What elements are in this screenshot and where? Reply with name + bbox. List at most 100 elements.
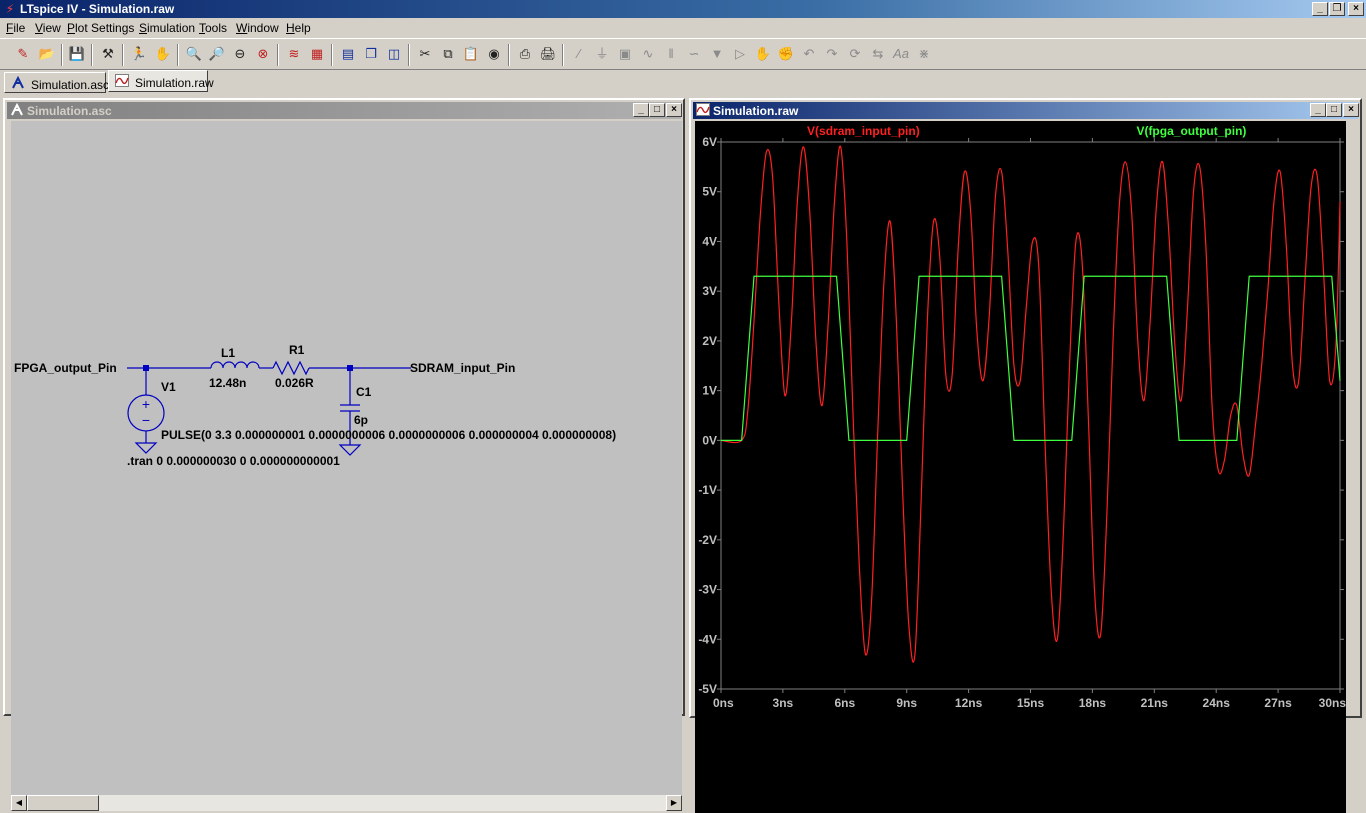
zoom-out-icon[interactable]: ⊖ (230, 44, 250, 64)
menu-view[interactable]: View (35, 21, 61, 35)
r1-value[interactable]: 0.026R (275, 376, 314, 390)
toolbar-separator (562, 44, 564, 66)
new-schematic-icon[interactable]: ✎ (13, 44, 33, 64)
minimize-icon[interactable]: _ (1310, 103, 1326, 117)
net-label-fpga[interactable]: FPGA_output_Pin (14, 361, 117, 375)
menu-help[interactable]: Help (286, 21, 311, 35)
legend-sdram-input-pin: V(sdram_input_pin) (807, 124, 920, 138)
paste-icon[interactable]: 📋 (461, 44, 481, 64)
toolbar-separator (331, 44, 333, 66)
y-tick-label: -5V (698, 682, 717, 696)
ground-icon[interactable]: ⏚ (592, 44, 612, 64)
inductor-l1 (210, 361, 260, 369)
print-preview-icon[interactable]: ⎙ (515, 44, 535, 64)
copy-icon[interactable]: ⧉ (438, 44, 458, 64)
zoom-in-icon[interactable]: 🔍 (184, 44, 204, 64)
find-binoculars-icon[interactable]: ◉ (484, 44, 504, 64)
app-title: LTspice IV - Simulation.raw (20, 2, 175, 16)
redo-icon[interactable]: ↷ (822, 44, 842, 64)
plot-settings-icon[interactable]: ▦ (307, 44, 327, 64)
x-tick-label: 21ns (1141, 696, 1169, 710)
control-panel-hammer-icon[interactable]: ⚒ (98, 44, 118, 64)
scroll-right-icon[interactable]: ▶ (666, 795, 682, 811)
y-tick-label: 3V (702, 284, 717, 298)
waveform-window-titlebar[interactable]: Simulation.raw _ □ × (693, 102, 1359, 119)
mirror-icon[interactable]: ⇆ (868, 44, 888, 64)
undo-icon[interactable]: ↶ (799, 44, 819, 64)
menu-plot-settings[interactable]: Plot Settings (67, 21, 134, 35)
x-tick-label: 24ns (1203, 696, 1231, 710)
close-icon[interactable]: × (1343, 103, 1359, 117)
cascade-icon[interactable]: ❐ (361, 44, 381, 64)
resistor-r1 (272, 360, 310, 376)
open-folder-icon[interactable]: 📂 (37, 44, 57, 64)
resistor-icon[interactable]: ∿ (638, 44, 658, 64)
scroll-left-icon[interactable]: ◀ (11, 795, 27, 811)
text-icon[interactable]: Aa (891, 44, 911, 64)
menu-window[interactable]: Window (236, 21, 279, 35)
inductor-icon[interactable]: ∽ (684, 44, 704, 64)
horizontal-scrollbar[interactable]: ◀ ▶ (11, 795, 682, 811)
tab-simulation-asc[interactable]: Simulation.asc (4, 72, 109, 93)
y-tick-label: -4V (698, 632, 717, 646)
l1-name[interactable]: L1 (221, 346, 235, 360)
schematic-icon (10, 102, 26, 118)
schematic-canvas[interactable]: + − FPGA_output_Pin SDRAM_input_Pin L1 1… (11, 121, 682, 795)
net-label-sdram[interactable]: SDRAM_input_Pin (410, 361, 515, 375)
y-tick-label: -3V (698, 583, 717, 597)
toolbar-separator (61, 44, 63, 66)
scrollbar-thumb[interactable] (27, 795, 99, 811)
tile-vertical-icon[interactable]: ◫ (384, 44, 404, 64)
move-hand-icon[interactable]: ✋ (753, 44, 773, 64)
plot-frame (720, 141, 1341, 690)
schematic-drawing: + − FPGA_output_Pin SDRAM_input_Pin L1 1… (14, 343, 616, 468)
close-icon[interactable]: × (1348, 2, 1364, 16)
capacitor-icon[interactable]: ‖ (661, 44, 681, 64)
label-net-icon[interactable]: ▣ (615, 44, 635, 64)
v1-value[interactable]: PULSE(0 3.3 0.000000001 0.0000000006 0.0… (161, 428, 616, 442)
rotate-icon[interactable]: ⟳ (845, 44, 865, 64)
l1-value[interactable]: 12.48n (209, 376, 246, 390)
halt-hand-icon[interactable]: ✋ (153, 44, 173, 64)
c1-name[interactable]: C1 (356, 385, 372, 399)
component-icon[interactable]: ▷ (730, 44, 750, 64)
schematic-icon (11, 75, 27, 92)
c1-value[interactable]: 6p (354, 413, 368, 427)
close-icon[interactable]: × (666, 103, 682, 117)
tile-horizontal-icon[interactable]: ▤ (338, 44, 358, 64)
schematic-window-titlebar[interactable]: Simulation.asc _ □ × (7, 102, 682, 119)
toolbar-separator (508, 44, 510, 66)
waveform-plot[interactable]: 6V 5V 4V 3V 2V 1V 0V -1V -2V -3V -4V -5V 0ns 3ns 6ns 9n… (695, 121, 1346, 813)
maximize-icon[interactable]: □ (649, 103, 665, 117)
print-icon[interactable]: 🖨 (538, 44, 558, 64)
x-tick-label: 18ns (1079, 696, 1107, 710)
zoom-fit-icon[interactable]: ⊗ (253, 44, 273, 64)
v1-name[interactable]: V1 (161, 380, 176, 394)
y-tick-label: 1V (702, 384, 717, 398)
x-tick-label: 3ns (773, 696, 794, 710)
menu-simulation[interactable]: Simulation (139, 21, 195, 35)
ltspice-icon: ⚡ (5, 2, 15, 16)
autorange-icon[interactable]: ≋ (284, 44, 304, 64)
x-tick-label: 6ns (834, 696, 855, 710)
minus-symbol: − (142, 412, 150, 428)
minimize-icon[interactable]: _ (1312, 2, 1328, 16)
restore-icon[interactable]: ❐ (1329, 2, 1345, 16)
cut-icon[interactable]: ✂ (415, 44, 435, 64)
diode-icon[interactable]: ▼ (707, 44, 727, 64)
toolbar-separator (177, 44, 179, 66)
run-simulation-icon[interactable]: 🏃 (129, 44, 149, 64)
menu-file[interactable]: File (6, 21, 25, 35)
tran-directive[interactable]: .tran 0 0.000000030 0 0.000000000001 (127, 454, 340, 468)
tab-simulation-raw[interactable]: Simulation.raw (108, 70, 214, 92)
wire-icon[interactable]: ∕ (569, 44, 589, 64)
pan-icon[interactable]: 🔎 (207, 44, 227, 64)
save-icon[interactable]: 💾 (67, 44, 87, 64)
spice-directive-icon[interactable]: ⋇ (914, 44, 934, 64)
menu-tools[interactable]: Tools (199, 21, 227, 35)
drag-hand-icon[interactable]: ✊ (776, 44, 796, 64)
r1-name[interactable]: R1 (289, 343, 305, 357)
minimize-icon[interactable]: _ (633, 103, 649, 117)
maximize-icon[interactable]: □ (1326, 103, 1342, 117)
toolbar-separator (91, 44, 93, 66)
